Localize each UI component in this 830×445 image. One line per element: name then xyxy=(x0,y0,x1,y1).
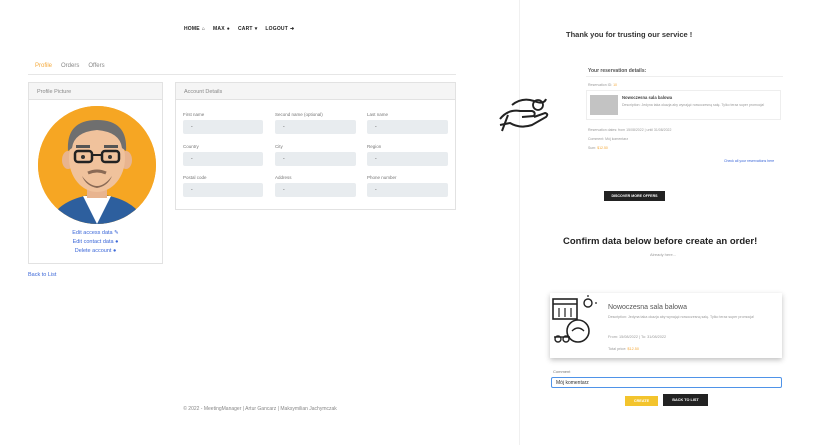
nav-user[interactable]: MAX ● xyxy=(213,26,230,32)
edit-access-label: Edit access data xyxy=(72,230,113,236)
account-details-title: Account Details xyxy=(176,83,455,100)
tab-offers[interactable]: Offers xyxy=(88,63,104,69)
check-reservations-link[interactable]: Check all your reservations here xyxy=(724,159,774,163)
order-total-value: $12.50 xyxy=(627,347,640,351)
reservation-dates: Reservation dates: from 15/08/2022 | unt… xyxy=(588,128,672,132)
last-name-field[interactable]: - xyxy=(367,120,448,134)
order-total-label: Total price: xyxy=(608,347,627,351)
top-nav: HOME ⌂ MAX ● CART ▾ LOGOUT ➜ xyxy=(184,26,294,32)
user-edit-icon: ● xyxy=(115,239,119,245)
user-delete-icon: ● xyxy=(112,248,117,254)
order-summary-card: Nowoczesna sala balowa Description: Jedy… xyxy=(550,293,782,358)
nav-cart-label: CART xyxy=(238,26,253,32)
reservation-details-title: Your reservation details: xyxy=(588,68,647,74)
nav-user-label: MAX xyxy=(213,26,225,32)
order-total: Total price: $12.50 xyxy=(608,347,639,351)
avatar xyxy=(38,106,156,224)
comment-input[interactable]: Mój komentarz xyxy=(551,377,782,388)
order-dates: From: 15/08/2022 | To: 31/08/2022 xyxy=(608,335,667,339)
reservation-details: Your reservation details: Reservation ID… xyxy=(586,65,783,175)
hand-money-icon xyxy=(499,98,549,132)
delete-account-label: Delete account xyxy=(74,248,112,254)
phone-label: Phone number xyxy=(367,175,397,180)
tab-divider xyxy=(28,74,456,75)
create-button[interactable]: CREATE xyxy=(625,396,658,406)
reservation-total-label: Sum: xyxy=(588,146,597,150)
nav-logout-label: LOGOUT xyxy=(265,26,288,32)
country-field[interactable]: - xyxy=(183,152,263,166)
last-name-label: Last name xyxy=(367,112,389,117)
reservation-item-name: Nowoczesna sala balowa xyxy=(622,95,673,100)
first-name-label: First name xyxy=(183,112,205,117)
nav-cart[interactable]: CART ▾ xyxy=(238,26,257,32)
panel-divider xyxy=(519,0,520,445)
nav-home-label: HOME xyxy=(184,26,200,32)
second-name-label: Second name (optional) xyxy=(275,112,323,117)
item-thumbnail xyxy=(590,95,618,115)
profile-tabs: Profile Orders Offers xyxy=(35,63,105,69)
logout-icon: ➜ xyxy=(290,26,295,32)
footer: © 2022 - MeetingManager | Artur Gancarz … xyxy=(183,406,337,412)
tab-orders[interactable]: Orders xyxy=(61,63,79,69)
delete-account-link[interactable]: Delete account ● xyxy=(28,248,163,254)
nav-home[interactable]: HOME ⌂ xyxy=(184,26,205,32)
reservation-comment: Comment: Mój komentarz xyxy=(588,137,629,141)
comment-label: Comment xyxy=(553,369,571,374)
phone-field[interactable]: - xyxy=(367,183,448,197)
reservation-id: Reservation ID: 10 xyxy=(588,83,617,87)
back-to-list-button[interactable]: BACK TO LIST xyxy=(663,394,708,406)
reservation-id-label: Reservation ID: xyxy=(588,83,613,87)
tab-profile[interactable]: Profile xyxy=(35,63,52,69)
back-to-list-link[interactable]: Back to List xyxy=(28,272,56,278)
order-item-name: Nowoczesna sala balowa xyxy=(608,304,687,311)
region-label: Region xyxy=(367,144,382,149)
address-label: Address xyxy=(275,175,292,180)
reservation-total: Sum: $12.50 xyxy=(588,146,608,150)
reservation-id-value: 10 xyxy=(613,83,618,87)
edit-contact-label: Edit contact data xyxy=(72,239,114,245)
confirm-heading: Confirm data below before create an orde… xyxy=(563,236,758,247)
avatar-illustration xyxy=(38,106,156,224)
reservation-total-value: $12.50 xyxy=(597,146,608,150)
discover-offers-button[interactable]: DISCOVER MORE OFFERS xyxy=(604,191,665,201)
user-icon: ● xyxy=(226,26,230,32)
confirm-subtitle: Already here... xyxy=(650,252,677,257)
cart-icon: ▾ xyxy=(254,26,258,32)
postal-code-field[interactable]: - xyxy=(183,183,263,197)
city-field[interactable]: - xyxy=(275,152,356,166)
profile-page: HOME ⌂ MAX ● CART ▾ LOGOUT ➜ Profile Orders … xyxy=(0,0,520,445)
city-label: City xyxy=(275,144,283,149)
address-field[interactable]: - xyxy=(275,183,356,197)
postal-code-label: Postal code xyxy=(183,175,207,180)
details-divider xyxy=(586,76,783,77)
nav-logout[interactable]: LOGOUT ➜ xyxy=(265,26,294,32)
second-name-field[interactable]: - xyxy=(275,120,356,134)
event-venue-icon xyxy=(552,295,597,343)
order-item-desc: Description: Jedyna taka okazja aby wyna… xyxy=(608,315,755,319)
thanks-heading: Thank you for trusting our service ! xyxy=(566,30,693,39)
first-name-field[interactable]: - xyxy=(183,120,263,134)
edit-icon: ✎ xyxy=(114,230,119,236)
home-icon: ⌂ xyxy=(201,26,206,32)
profile-picture-title: Profile Picture xyxy=(29,83,162,100)
edit-access-link[interactable]: Edit access data ✎ xyxy=(28,230,163,236)
profile-links: Edit access data ✎ Edit contact data ● D… xyxy=(28,228,163,268)
reservation-item-desc: Description: Jedyna taka okazja aby wyna… xyxy=(622,103,765,107)
edit-contact-link[interactable]: Edit contact data ● xyxy=(28,239,163,245)
country-label: Country xyxy=(183,144,199,149)
region-field[interactable]: - xyxy=(367,152,448,166)
